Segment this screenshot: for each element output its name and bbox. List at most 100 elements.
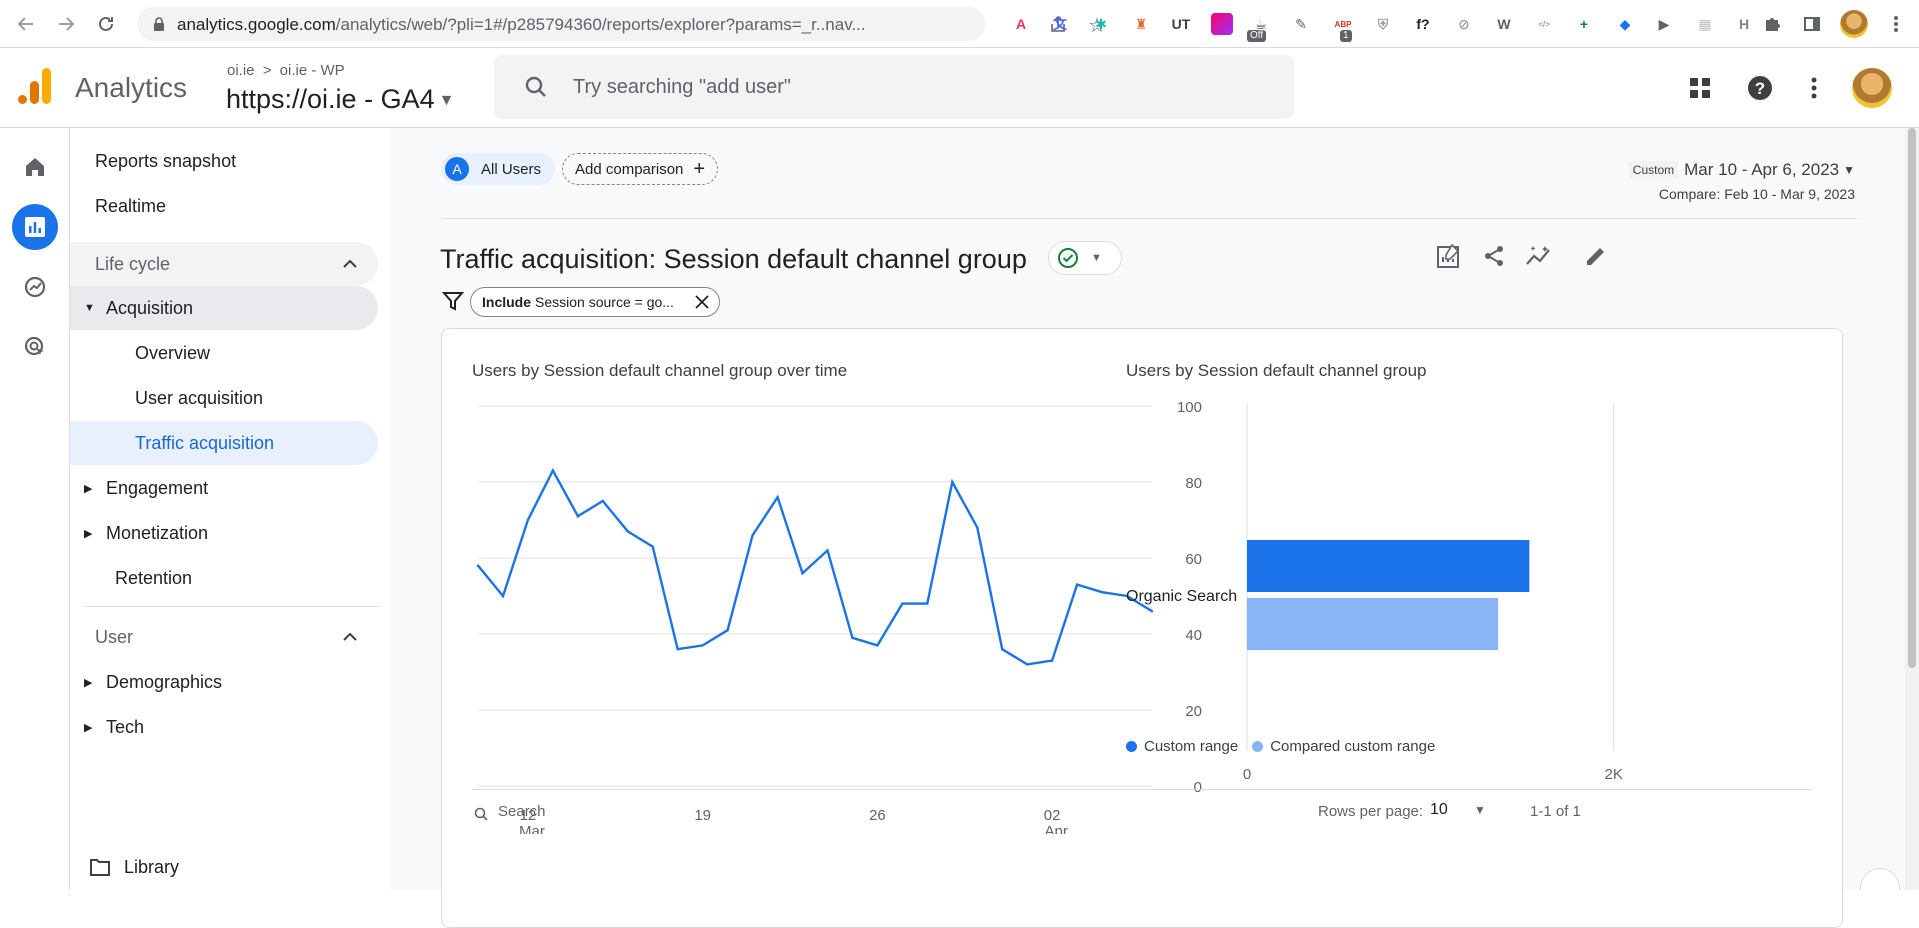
apps-grid-icon[interactable] bbox=[1686, 74, 1714, 102]
svg-text:?: ? bbox=[1755, 79, 1765, 98]
breadcrumb-account: oi.ie bbox=[227, 62, 255, 79]
customize-report-icon[interactable] bbox=[1433, 240, 1465, 272]
side-panel-icon[interactable] bbox=[1800, 12, 1824, 36]
ext-tag-icon[interactable]: ◆ bbox=[1614, 13, 1636, 35]
report-navigation: Reports snapshot Realtime Life cycle ▼ Ac… bbox=[70, 128, 390, 890]
nav-retention[interactable]: Retention bbox=[70, 556, 378, 600]
nav-engagement[interactable]: ▶ Engagement bbox=[70, 466, 378, 510]
legend-compared-dot bbox=[1252, 741, 1264, 752]
ext-translate-icon[interactable]: 文 bbox=[1049, 13, 1071, 35]
url-text: analytics.google.com/analytics/web/?pli=… bbox=[177, 15, 866, 34]
account-breadcrumb[interactable]: oi.ie > oi.ie - WP bbox=[227, 62, 345, 79]
puzzle-extensions-icon[interactable] bbox=[1760, 12, 1784, 36]
explore-icon[interactable] bbox=[12, 264, 58, 310]
address-bar[interactable]: analytics.google.com/analytics/web/?pli=… bbox=[137, 7, 1106, 41]
ext-cursor-icon[interactable]: ▶ bbox=[1653, 13, 1675, 35]
ext-wordpress-icon[interactable]: W bbox=[1493, 13, 1515, 35]
ext-plus-icon[interactable]: + bbox=[1573, 13, 1595, 35]
nav-divider bbox=[85, 606, 379, 607]
ext-ut-icon[interactable]: UT bbox=[1170, 13, 1192, 35]
property-caret-icon: ▼ bbox=[438, 91, 455, 109]
ext-a-icon[interactable]: A bbox=[1010, 13, 1032, 35]
analytics-logo-icon[interactable] bbox=[18, 68, 52, 104]
more-vert-icon[interactable] bbox=[1800, 74, 1828, 102]
search-input[interactable] bbox=[573, 69, 1213, 105]
rows-per-page-select[interactable]: 10 bbox=[1430, 801, 1448, 819]
reload-icon[interactable] bbox=[94, 12, 118, 36]
search-icon bbox=[474, 807, 488, 821]
account-avatar[interactable] bbox=[1852, 68, 1892, 108]
add-comparison-button[interactable]: Add comparison + bbox=[562, 153, 719, 185]
rows-per-page-label: Rows per page: bbox=[1318, 803, 1424, 820]
share-icon[interactable] bbox=[1478, 240, 1510, 272]
nav-reports-snapshot[interactable]: Reports snapshot bbox=[70, 139, 378, 183]
edit-pencil-icon[interactable] bbox=[1580, 240, 1612, 272]
nav-library[interactable]: Library bbox=[70, 845, 378, 889]
ext-grid-icon[interactable]: ▦ bbox=[1694, 13, 1716, 35]
table-search-input[interactable]: Search bbox=[498, 803, 546, 820]
nav-label: Tech bbox=[106, 716, 145, 737]
browser-menu-icon[interactable] bbox=[1884, 12, 1908, 36]
nav-section-life-cycle[interactable]: Life cycle bbox=[70, 242, 378, 286]
table-divider bbox=[472, 789, 1812, 790]
nav-realtime[interactable]: Realtime bbox=[70, 184, 378, 228]
ext-bottle-icon[interactable]: ♜ bbox=[1130, 13, 1152, 35]
data-point bbox=[501, 594, 505, 598]
ext-shield-icon[interactable]: ⛨ bbox=[1372, 13, 1394, 35]
ext-code-icon[interactable]: </> bbox=[1533, 13, 1555, 35]
data-point bbox=[1050, 659, 1054, 662]
ext-scribble-icon[interactable]: ✎ bbox=[1290, 13, 1312, 35]
nav-label: Library bbox=[124, 856, 180, 877]
nav-label: Reports snapshot bbox=[95, 150, 237, 171]
page-scrollbar[interactable] bbox=[1905, 128, 1919, 890]
date-custom-badge: Custom bbox=[1628, 161, 1679, 179]
data-point bbox=[651, 545, 654, 548]
bar-custom-range bbox=[1247, 540, 1530, 592]
ga-search-box[interactable] bbox=[494, 55, 1294, 119]
forward-arrow-icon[interactable] bbox=[54, 12, 78, 36]
reports-icon[interactable] bbox=[12, 204, 58, 250]
insights-icon[interactable] bbox=[1523, 240, 1555, 272]
ga-header: Analytics oi.ie > oi.ie - WP https://oi.… bbox=[0, 48, 1919, 128]
property-selector[interactable]: https://oi.ie - GA4 ▼ bbox=[226, 84, 454, 115]
caret-right-icon: ▶ bbox=[84, 482, 93, 495]
data-point bbox=[876, 644, 879, 647]
filter-chip[interactable]: Include Session source = go... bbox=[470, 287, 720, 317]
nav-tech[interactable]: ▶ Tech bbox=[70, 705, 378, 749]
home-icon[interactable] bbox=[12, 144, 58, 190]
nav-label: Retention bbox=[115, 567, 193, 588]
nav-overview[interactable]: Overview bbox=[70, 331, 378, 375]
report-main: A All Users Add comparison + Custom Mar 10… bbox=[390, 128, 1919, 928]
date-range-picker[interactable]: Custom Mar 10 - Apr 6, 2023 ▼ Compare: Feb… bbox=[1628, 160, 1855, 202]
ext-gradient-icon[interactable] bbox=[1211, 13, 1233, 35]
nav-traffic-acquisition[interactable]: Traffic acquisition bbox=[70, 421, 378, 465]
advertising-icon[interactable] bbox=[12, 324, 58, 370]
nav-section-user[interactable]: User bbox=[70, 615, 378, 659]
search-icon bbox=[525, 76, 546, 97]
ext-h-icon[interactable]: H bbox=[1733, 13, 1755, 35]
ext-compass-icon[interactable]: ⊘ bbox=[1453, 13, 1475, 35]
nav-user-acquisition[interactable]: User acquisition bbox=[70, 376, 378, 420]
nav-monetization[interactable]: ▶ Monetization bbox=[70, 511, 378, 555]
nav-demographics[interactable]: ▶ Demographics bbox=[70, 660, 378, 704]
data-point bbox=[1001, 648, 1004, 651]
browser-profile-avatar[interactable] bbox=[1840, 10, 1868, 38]
ext-fx-icon[interactable]: f? bbox=[1412, 13, 1434, 35]
help-icon[interactable]: ? bbox=[1746, 74, 1774, 102]
segment-chip[interactable]: A All Users bbox=[441, 153, 556, 185]
x-tick-month: Apr bbox=[1044, 823, 1067, 834]
ext-asterisk-icon[interactable]: ✱ bbox=[1090, 13, 1112, 35]
back-arrow-icon[interactable] bbox=[14, 12, 38, 36]
report-status-button[interactable]: ▼ bbox=[1048, 241, 1122, 275]
chart-card: Users by Session default channel group o… bbox=[441, 328, 1843, 928]
bar-chart: Organic Search 0 2K bbox=[1126, 404, 1623, 783]
nav-label: Overview bbox=[135, 342, 211, 363]
caret-right-icon: ▶ bbox=[84, 676, 93, 689]
nav-acquisition[interactable]: ▼ Acquisition bbox=[70, 286, 378, 330]
scrollbar-thumb[interactable] bbox=[1908, 128, 1916, 668]
data-point bbox=[776, 496, 779, 499]
data-point bbox=[851, 636, 854, 639]
filter-icon[interactable] bbox=[442, 290, 464, 312]
rows-caret-icon[interactable]: ▼ bbox=[1474, 803, 1486, 817]
close-icon[interactable] bbox=[694, 294, 710, 310]
